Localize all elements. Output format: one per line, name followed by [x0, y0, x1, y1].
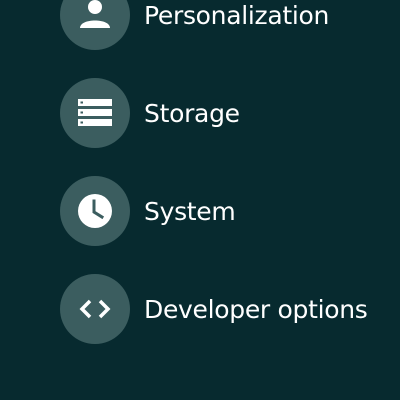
person-icon [80, 0, 110, 28]
developer-options-icon-circle [60, 274, 130, 344]
settings-item-label: Developer options [144, 294, 368, 324]
personalization-icon-circle [60, 0, 130, 50]
settings-item-system[interactable]: System [60, 176, 390, 246]
settings-item-personalization[interactable]: Personalization [60, 0, 390, 50]
settings-item-label: Storage [144, 98, 240, 128]
settings-item-label: Personalization [144, 0, 330, 30]
code-brackets-icon [79, 299, 111, 319]
clock-icon [78, 194, 112, 228]
storage-icon [78, 99, 112, 126]
system-icon-circle [60, 176, 130, 246]
settings-item-developer-options[interactable]: Developer options [60, 274, 390, 344]
settings-screen: Personalization Storage System Developer… [0, 0, 400, 400]
storage-icon-circle [60, 78, 130, 148]
settings-item-storage[interactable]: Storage [60, 78, 390, 148]
settings-item-label: System [144, 196, 236, 226]
